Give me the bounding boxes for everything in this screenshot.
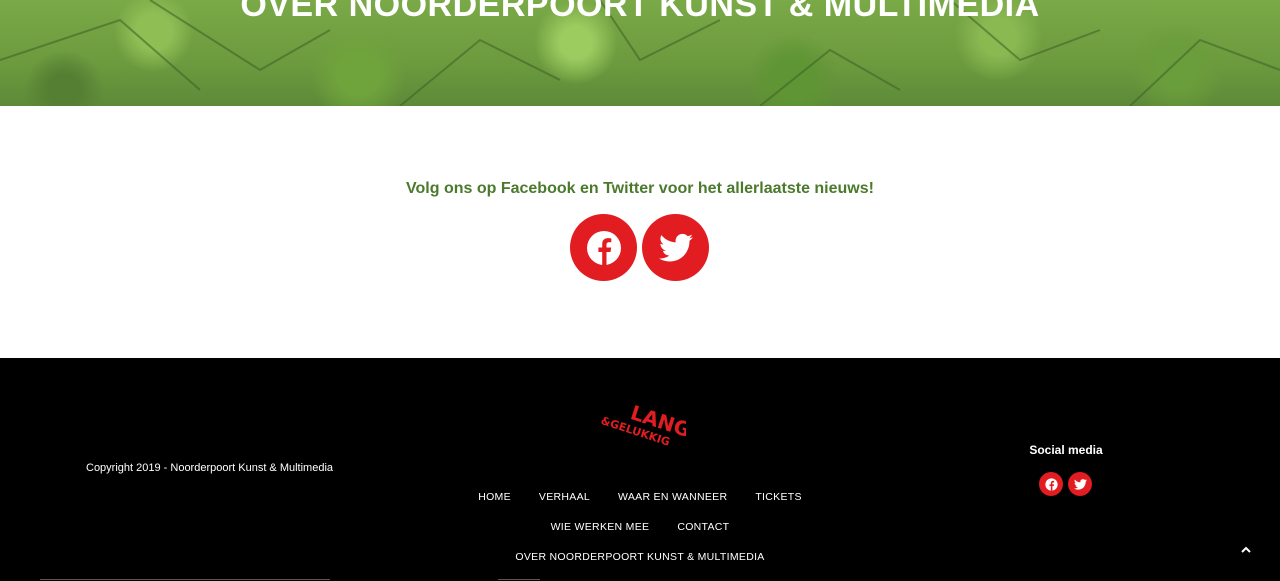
chevron-up-icon <box>1241 546 1251 553</box>
footer-nav-row-3: OVER NOORDERPOORT KUNST & MULTIMEDIA <box>0 551 1280 563</box>
twitter-button[interactable] <box>642 214 709 281</box>
page-title: OVER NOORDERPOORT KUNST & MULTIMEDIA <box>240 0 1040 24</box>
social-media-label: Social media <box>1029 443 1103 457</box>
footer: Copyright 2019 - Noorderpoort Kunst & Mu… <box>0 358 1280 581</box>
lang-en-gelukkig-logo[interactable]: LANG &GELUKKIG <box>594 396 686 452</box>
twitter-icon <box>658 233 693 261</box>
nav-wie-werken-mee[interactable]: WIE WERKEN MEE <box>537 521 664 533</box>
social-buttons <box>570 214 709 281</box>
divider <box>40 579 330 580</box>
nav-contact[interactable]: CONTACT <box>663 521 743 533</box>
twitter-icon <box>1073 478 1087 490</box>
facebook-icon <box>586 230 621 265</box>
nav-tickets[interactable]: TICKETS <box>741 491 815 503</box>
back-to-top-button[interactable] <box>1236 541 1256 557</box>
footer-facebook-button[interactable] <box>1039 472 1063 496</box>
hero-banner: OVER NOORDERPOORT KUNST & MULTIMEDIA <box>0 0 1280 106</box>
facebook-button[interactable] <box>570 214 637 281</box>
divider <box>498 579 540 580</box>
nav-verhaal[interactable]: VERHAAL <box>525 491 604 503</box>
footer-nav-row-2: WIE WERKEN MEE CONTACT <box>0 521 1280 533</box>
nav-home[interactable]: HOME <box>464 491 525 503</box>
footer-twitter-button[interactable] <box>1068 472 1092 496</box>
nav-over-noorderpoort[interactable]: OVER NOORDERPOORT KUNST & MULTIMEDIA <box>501 551 778 563</box>
footer-social-buttons <box>1039 472 1092 496</box>
nav-waar-en-wanneer[interactable]: WAAR EN WANNEER <box>604 491 741 503</box>
follow-text: Volg ons op Facebook en Twitter voor het… <box>406 180 874 197</box>
facebook-icon <box>1044 477 1058 491</box>
copyright-text: Copyright 2019 - Noorderpoort Kunst & Mu… <box>86 462 334 474</box>
